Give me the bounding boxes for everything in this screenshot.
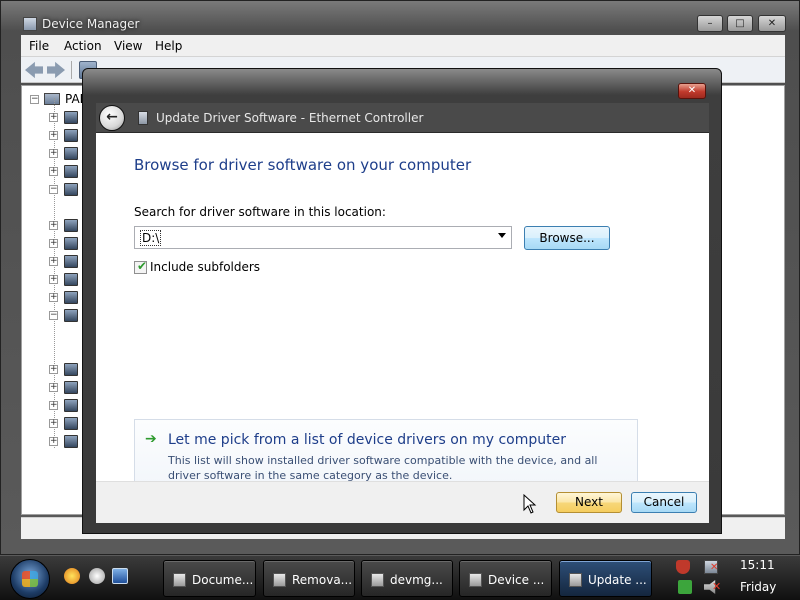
chevron-down-icon[interactable] — [498, 233, 506, 238]
taskbar-button-update-driver[interactable]: Update ... — [559, 560, 652, 597]
menu-view[interactable]: View — [114, 39, 142, 53]
windows-logo-icon — [22, 571, 38, 587]
device-manager-titlebar[interactable]: Device Manager – □ ✕ — [1, 1, 800, 35]
taskbar-button-label: Device ... — [488, 573, 545, 587]
device-category-icon — [64, 219, 78, 232]
folder-icon — [173, 573, 186, 587]
quick-launch-browser-icon[interactable] — [64, 568, 80, 584]
taskbar-button-devmgmt[interactable]: devmg... — [361, 560, 453, 597]
document-icon — [371, 573, 384, 587]
tree-expander[interactable]: + — [49, 167, 58, 176]
tree-expander[interactable]: + — [49, 437, 58, 446]
dialog-body: Browse for driver software on your compu… — [96, 133, 709, 497]
clock-day[interactable]: Friday — [740, 580, 776, 594]
maximize-button[interactable]: □ — [727, 15, 753, 32]
device-category-icon — [64, 273, 78, 286]
device-category-icon — [64, 237, 78, 250]
device-category-icon — [64, 291, 78, 304]
mute-icon: ✕ — [712, 580, 722, 593]
device-category-icon — [64, 111, 78, 124]
taskbar-button-label: Remova... — [292, 573, 353, 587]
device-category-icon — [64, 255, 78, 268]
dialog-close-button[interactable]: ✕ — [678, 83, 706, 99]
menu-action[interactable]: Action — [64, 39, 102, 53]
menu-file[interactable]: File — [29, 39, 49, 53]
device-category-icon — [64, 183, 78, 196]
tree-expander[interactable]: + — [49, 221, 58, 230]
checkmark-icon: ✔ — [137, 259, 148, 273]
driver-path-combobox[interactable]: D:\ — [134, 226, 512, 249]
page-heading: Browse for driver software on your compu… — [134, 156, 472, 174]
device-category-icon — [64, 363, 78, 376]
taskbar-button-removable[interactable]: Remova... — [263, 560, 355, 597]
next-button[interactable]: Next — [556, 492, 622, 513]
unknown-device-icon — [64, 309, 78, 322]
update-driver-dialog: ✕ ← Update Driver Software - Ethernet Co… — [82, 68, 722, 534]
tree-expander[interactable]: − — [49, 185, 58, 194]
tree-expander[interactable]: + — [49, 239, 58, 248]
tree-expander[interactable]: + — [49, 149, 58, 158]
cancel-button[interactable]: Cancel — [631, 492, 697, 513]
include-subfolders-checkbox[interactable]: ✔ — [134, 259, 148, 274]
quick-launch-desktop-icon[interactable] — [112, 568, 128, 584]
security-shield-icon[interactable] — [676, 560, 690, 574]
drive-icon — [273, 573, 286, 587]
tree-expander[interactable]: + — [49, 365, 58, 374]
taskbar-button-label: devmg... — [390, 573, 443, 587]
taskbar-button-label: Update ... — [588, 573, 647, 587]
device-category-icon — [64, 165, 78, 178]
tree-expander[interactable]: + — [49, 419, 58, 428]
device-category-icon — [64, 129, 78, 142]
pick-from-list-description: This list will show installed driver sof… — [168, 454, 598, 482]
tree-expander[interactable]: + — [49, 275, 58, 284]
device-manager-icon — [23, 17, 37, 31]
pick-from-list-title[interactable]: Let me pick from a list of device driver… — [168, 432, 566, 448]
tree-expander[interactable]: + — [49, 293, 58, 302]
action-center-flag-icon[interactable] — [678, 580, 692, 594]
driver-document-icon — [138, 111, 148, 125]
computer-icon — [44, 93, 60, 105]
device-manager-icon — [469, 573, 482, 587]
close-button[interactable]: ✕ — [758, 15, 786, 32]
quick-launch-media-icon[interactable] — [89, 568, 105, 584]
device-category-icon — [64, 399, 78, 412]
driver-path-value[interactable]: D:\ — [140, 230, 162, 246]
forward-arrow-icon[interactable] — [47, 61, 65, 79]
device-category-icon — [64, 147, 78, 160]
usb-controller-icon — [64, 435, 78, 448]
back-arrow-icon[interactable] — [25, 61, 43, 79]
start-button[interactable] — [10, 559, 50, 599]
menu-bar: File Action View Help — [21, 35, 785, 57]
dialog-header: ← Update Driver Software - Ethernet Cont… — [96, 103, 709, 133]
toolbar-separator — [71, 61, 72, 79]
minimize-button[interactable]: – — [697, 15, 723, 32]
device-category-icon — [64, 417, 78, 430]
tree-expander[interactable]: − — [49, 311, 58, 320]
device-manager-title: Device Manager — [42, 17, 140, 31]
search-location-label: Search for driver software in this locat… — [134, 205, 386, 219]
back-button[interactable]: ← — [99, 105, 125, 131]
taskbar-button-documents[interactable]: Docume... — [163, 560, 256, 597]
tree-expander[interactable]: + — [49, 113, 58, 122]
dialog-title: Update Driver Software - Ethernet Contro… — [156, 111, 424, 125]
dialog-footer: Next Cancel — [96, 481, 709, 523]
taskbar-button-device-manager[interactable]: Device ... — [459, 560, 552, 597]
tree-expander[interactable]: + — [49, 257, 58, 266]
device-category-icon — [64, 381, 78, 394]
driver-document-icon — [569, 573, 582, 587]
tree-expander[interactable]: + — [49, 131, 58, 140]
green-arrow-icon: ➔ — [145, 431, 157, 447]
tree-expander[interactable]: + — [49, 401, 58, 410]
browse-button[interactable]: Browse... — [524, 226, 610, 250]
clock-time[interactable]: 15:11 — [740, 558, 775, 572]
taskbar-button-label: Docume... — [192, 573, 254, 587]
include-subfolders-label[interactable]: Include subfolders — [150, 260, 260, 274]
tree-expander[interactable]: + — [49, 383, 58, 392]
tree-expander[interactable]: − — [30, 95, 39, 104]
menu-help[interactable]: Help — [155, 39, 182, 53]
network-error-icon: ✕ — [710, 562, 719, 573]
